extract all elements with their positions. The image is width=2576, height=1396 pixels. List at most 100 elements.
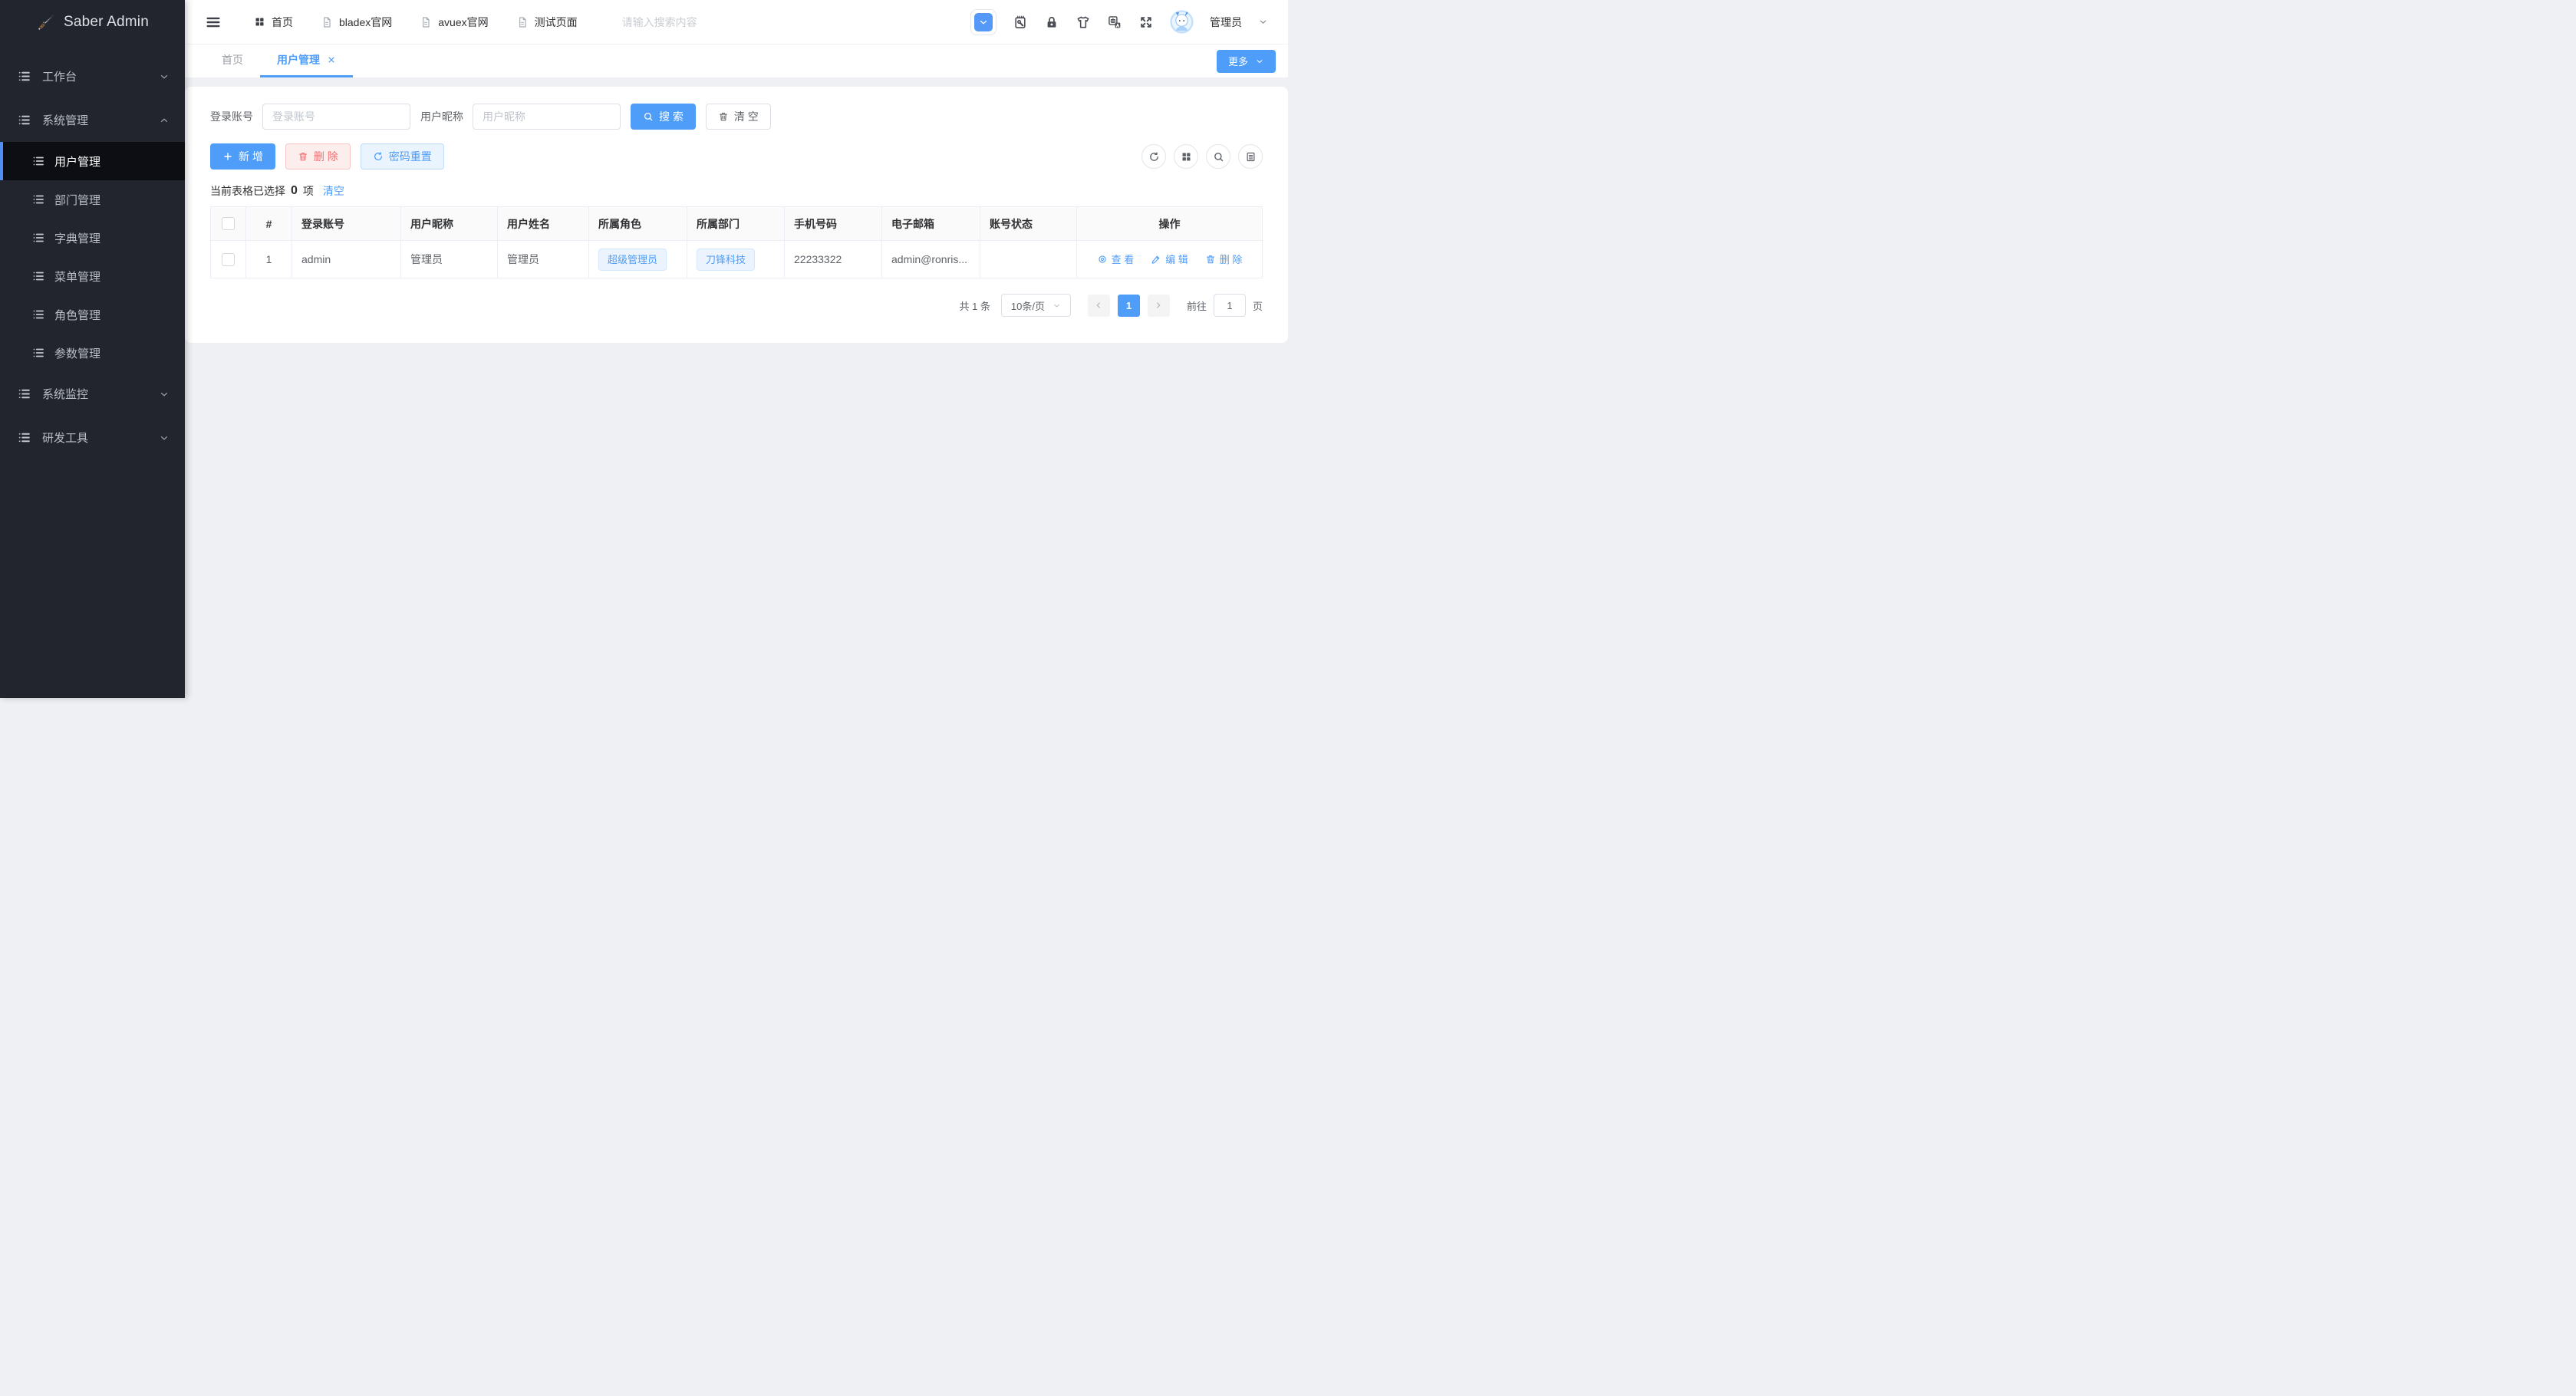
toolbar-right: [1141, 144, 1263, 169]
column-header-nickname: 用户昵称: [400, 206, 498, 241]
menu-list-icon: [17, 113, 31, 127]
page-size-value: 10条/页: [1010, 300, 1045, 312]
sidebar-item-dev-tools[interactable]: 研发工具: [0, 416, 185, 459]
clear-button[interactable]: 清 空: [705, 104, 771, 130]
page-number-button[interactable]: 1: [1117, 294, 1140, 317]
chevron-down-icon: [1052, 301, 1061, 310]
table-row: 1 admin 管理员 管理员 超级管理员 刀锋科技 22233322 admi…: [210, 240, 1263, 278]
menu-list-icon: [17, 430, 31, 445]
topmenu-item-test-page[interactable]: 测试页面: [516, 15, 578, 30]
document-icon: [321, 16, 333, 28]
sidebar-item-role-mgmt[interactable]: 角色管理: [0, 295, 185, 334]
user-name[interactable]: 管理员: [1210, 15, 1242, 30]
goto-prefix: 前往: [1186, 300, 1207, 312]
refresh-table-button[interactable]: [1141, 144, 1166, 169]
fullscreen-icon[interactable]: [1138, 15, 1154, 30]
goto-page: 前往 页: [1187, 294, 1263, 317]
sidebar-item-workbench[interactable]: 工作台: [0, 54, 185, 98]
topmenu-item-home[interactable]: 首页: [254, 15, 293, 30]
edit-link[interactable]: 编 辑: [1151, 252, 1188, 266]
toggle-search-button[interactable]: [1206, 144, 1230, 169]
clear-button-label: 清 空: [733, 110, 759, 123]
content-area: 登录账号 用户昵称 搜 索 清 空: [185, 77, 1288, 698]
row-checkbox[interactable]: [222, 252, 235, 266]
sidebar-item-system-monitor[interactable]: 系统监控: [0, 372, 185, 416]
sidebar-item-param-mgmt[interactable]: 参数管理: [0, 334, 185, 372]
column-settings-button[interactable]: [1174, 144, 1198, 169]
table-density-button[interactable]: [1238, 144, 1263, 169]
reset-password-button[interactable]: 密码重置: [360, 143, 444, 170]
filter-group-account: 登录账号: [210, 104, 410, 130]
sidebar-item-label: 参数管理: [54, 347, 101, 361]
role-badge[interactable]: 超级管理员: [598, 248, 667, 271]
hamburger-icon[interactable]: [205, 14, 222, 31]
selection-suffix: 项: [302, 185, 314, 197]
next-page-button[interactable]: [1147, 294, 1170, 317]
sidebar-item-menu-mgmt[interactable]: 菜单管理: [0, 257, 185, 295]
goto-suffix: 页: [1252, 300, 1263, 312]
sidebar-item-system-mgmt[interactable]: 系统管理: [0, 98, 185, 142]
cell-index: 1: [245, 240, 292, 278]
toolbar-left: 新 增 删 除 密码重置: [210, 143, 444, 170]
menu-list-icon: [31, 154, 45, 168]
pagination: 共 1 条 10条/页 1 前往 页: [210, 294, 1263, 317]
user-table: # 登录账号 用户昵称 用户姓名 所属角色 所属部门 手机号码 电子邮箱 账号状…: [210, 206, 1263, 278]
close-icon[interactable]: [327, 55, 336, 64]
selection-prefix: 当前表格已选择: [210, 185, 285, 197]
sidebar-item-user-mgmt[interactable]: 用户管理: [0, 142, 185, 180]
topmenu-item-label: 首页: [272, 15, 293, 28]
navbar-search-input[interactable]: [620, 15, 769, 29]
top-menu: 首页 bladex官网 avuex官网 测试页面: [254, 15, 578, 30]
chevron-down-icon: [974, 12, 993, 31]
chevron-left-icon: [1094, 301, 1103, 310]
nickname-field[interactable]: [473, 104, 621, 130]
pagination-total: 共 1 条: [959, 300, 990, 312]
search-button[interactable]: 搜 索: [631, 104, 696, 130]
search-icon: [643, 111, 654, 122]
sidebar-item-dict-mgmt[interactable]: 字典管理: [0, 219, 185, 257]
account-field-label: 登录账号: [210, 110, 253, 123]
topmenu-item-avuex-site[interactable]: avuex官网: [420, 15, 489, 30]
chevron-up-icon: [159, 115, 170, 126]
lock-icon[interactable]: [1044, 15, 1059, 30]
column-header-phone: 手机号码: [784, 206, 882, 241]
delete-button[interactable]: 删 除: [285, 143, 351, 170]
tab-user-mgmt[interactable]: 用户管理: [260, 44, 353, 77]
select-all-checkbox[interactable]: [222, 217, 235, 231]
sidebar-item-dept-mgmt[interactable]: 部门管理: [0, 180, 185, 219]
add-button[interactable]: 新 增: [210, 143, 275, 170]
navbar-right-actions: 管理员: [970, 8, 1268, 35]
prev-page-button[interactable]: [1087, 294, 1110, 317]
chevron-down-icon[interactable]: [1258, 17, 1268, 27]
chevron-down-icon: [159, 433, 170, 443]
topmenu-item-bladex-site[interactable]: bladex官网: [321, 15, 392, 30]
user-mgmt-card: 登录账号 用户昵称 搜 索 清 空: [185, 87, 1288, 343]
avatar[interactable]: [1170, 10, 1194, 34]
search-button-label: 搜 索: [659, 110, 684, 123]
sidebar-item-label: 字典管理: [54, 232, 101, 245]
app-title: Saber Admin: [64, 13, 149, 30]
more-button[interactable]: 更多: [1216, 49, 1276, 73]
view-link-label: 查 看: [1111, 254, 1135, 266]
delete-button-label: 删 除: [313, 150, 338, 163]
view-link[interactable]: 查 看: [1097, 252, 1135, 266]
goto-page-input[interactable]: [1213, 294, 1246, 317]
document-icon: [420, 16, 432, 28]
delete-link[interactable]: 删 除: [1205, 252, 1242, 266]
theme-shirt-icon[interactable]: [1076, 15, 1091, 30]
sidebar-item-label: 工作台: [42, 71, 77, 84]
clipboard-wrench-icon[interactable]: [1013, 15, 1028, 30]
dept-badge[interactable]: 刀锋科技: [697, 248, 756, 271]
sidebar-item-label: 用户管理: [54, 155, 101, 169]
page-size-select[interactable]: 10条/页: [1000, 294, 1071, 317]
app-logo[interactable]: Saber Admin: [0, 0, 185, 44]
translate-icon[interactable]: [1107, 15, 1122, 30]
more-button-label: 更多: [1227, 56, 1248, 67]
tab-home[interactable]: 首页: [205, 44, 260, 77]
topnav-collapse-toggle-button[interactable]: [970, 8, 996, 35]
column-header-dept: 所属部门: [687, 206, 785, 241]
chevron-down-icon: [1255, 57, 1264, 66]
clear-selection-link[interactable]: 清空: [323, 183, 344, 199]
grid-icon: [254, 16, 265, 28]
account-field[interactable]: [262, 104, 410, 130]
